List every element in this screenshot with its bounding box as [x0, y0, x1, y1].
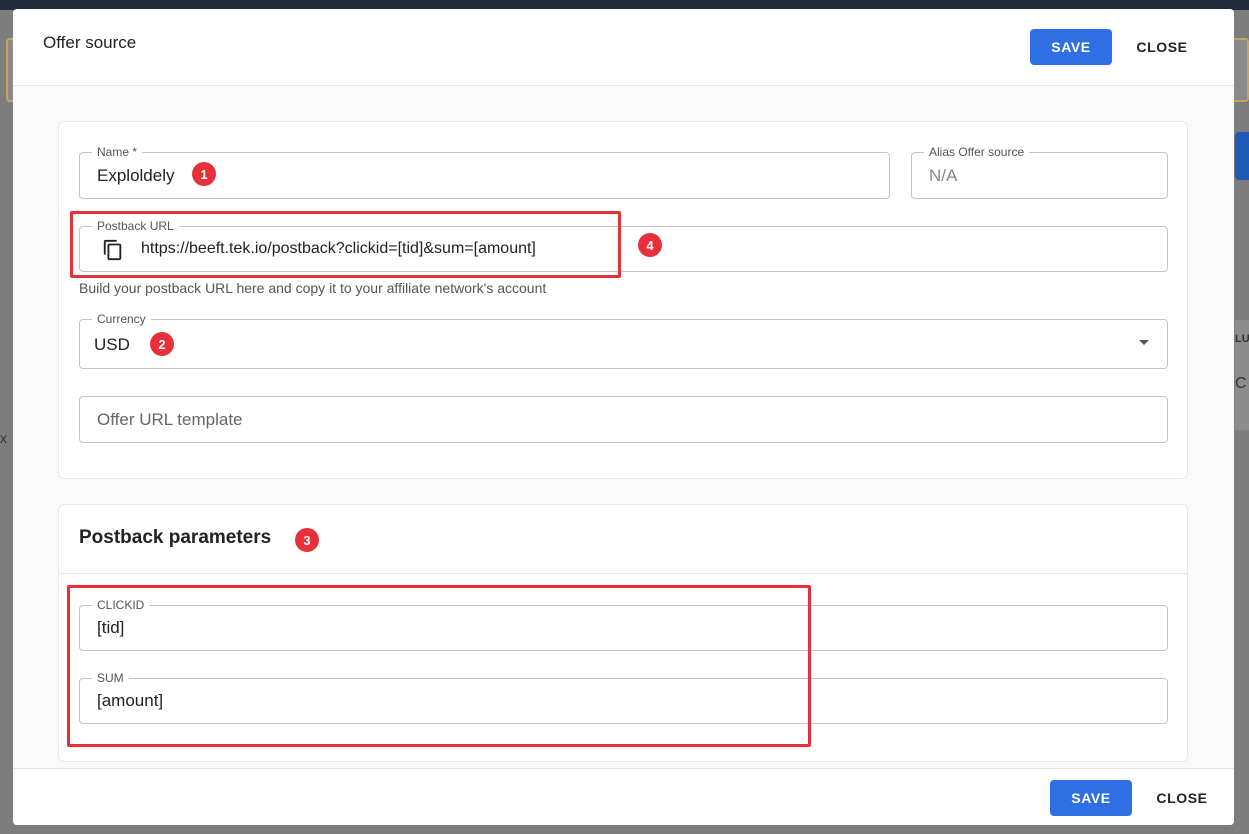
annotation-badge-3: 3: [295, 528, 319, 552]
offer-source-modal: Offer source SAVE CLOSE Name * Exploldel…: [13, 9, 1234, 825]
annotation-badge-1: 1: [192, 162, 216, 186]
annotation-box-postback-url: [70, 211, 621, 278]
offer-source-settings-card: Name * Exploldely 1 Alias Offer source N…: [58, 121, 1188, 479]
background-glyph-x: x: [0, 430, 7, 446]
offer-url-template-field[interactable]: Offer URL template: [79, 396, 1168, 443]
save-button-bottom[interactable]: SAVE: [1050, 780, 1132, 816]
alias-value: N/A: [929, 166, 958, 185]
background-glyph-c: C: [1235, 375, 1247, 392]
close-button-bottom[interactable]: CLOSE: [1153, 780, 1211, 816]
offer-url-template-placeholder: Offer URL template: [97, 410, 243, 429]
modal-header: Offer source SAVE CLOSE: [13, 9, 1234, 86]
modal-body: Name * Exploldely 1 Alias Offer source N…: [13, 86, 1234, 768]
modal-footer: SAVE CLOSE: [13, 768, 1234, 825]
modal-title: Offer source: [43, 33, 137, 52]
background-glyph-lu: LU: [1235, 333, 1249, 345]
section-divider: [59, 573, 1187, 574]
caret-down-icon[interactable]: [1139, 340, 1149, 345]
background-button: [1235, 132, 1249, 180]
name-value: Exploldely: [97, 166, 175, 185]
close-button-top[interactable]: CLOSE: [1133, 29, 1191, 65]
postback-parameters-title: Postback parameters: [79, 527, 272, 548]
name-label: Name *: [92, 145, 143, 159]
currency-value: USD: [94, 335, 130, 354]
currency-select[interactable]: Currency USD: [79, 312, 1168, 369]
annotation-box-postback-parameters: [67, 585, 811, 747]
annotation-badge-4: 4: [638, 233, 662, 257]
save-button-top[interactable]: SAVE: [1030, 29, 1112, 65]
alias-offer-source-field[interactable]: Alias Offer source N/A: [911, 145, 1168, 199]
postback-parameters-card: Postback parameters 3 CLICKID [tid] SUM …: [58, 504, 1188, 762]
currency-label: Currency: [92, 312, 151, 326]
alias-label: Alias Offer source: [924, 145, 1030, 159]
annotation-badge-2: 2: [150, 332, 174, 356]
postback-url-helper: Build your postback URL here and copy it…: [79, 280, 547, 296]
